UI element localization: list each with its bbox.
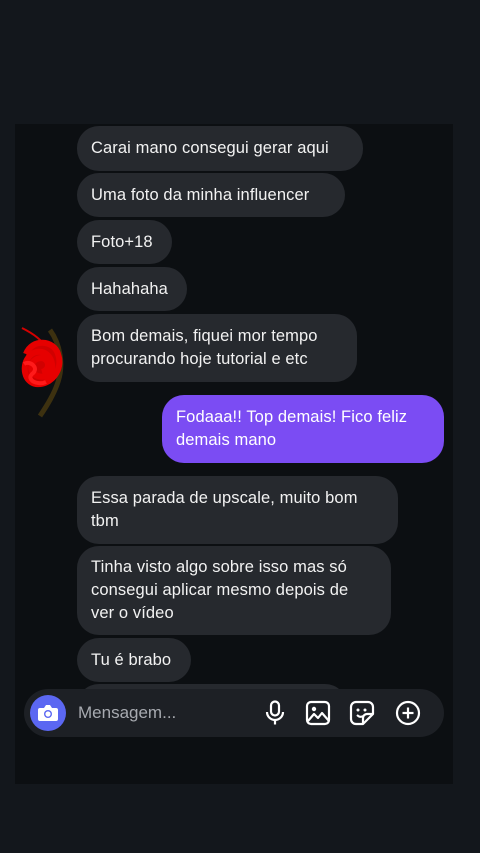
message-incoming[interactable]: Uma foto da minha influencer (77, 173, 345, 217)
message-incoming[interactable]: Tu é brabo (77, 638, 191, 682)
message-incoming[interactable]: Hahahaha (77, 267, 187, 311)
scribble-icon (21, 327, 64, 418)
chat-thread[interactable]: Carai mano consegui gerar aqui Uma foto … (15, 124, 453, 784)
sticker-icon (349, 700, 375, 726)
add-icon (395, 700, 421, 726)
message-composer (24, 689, 444, 737)
message-input[interactable] (72, 689, 264, 737)
message-incoming[interactable]: Bom demais, fiquei mor tempo procurando … (77, 314, 357, 382)
message-outgoing[interactable]: Fodaaa!! Top demais! Fico feliz demais m… (162, 395, 444, 463)
sticker-button[interactable] (348, 699, 376, 727)
message-incoming[interactable]: Essa parada de upscale, muito bom tbm (77, 476, 398, 544)
microphone-button[interactable] (261, 699, 289, 727)
camera-icon (38, 705, 58, 721)
message-incoming[interactable]: Tinha visto algo sobre isso mas só conse… (77, 546, 391, 635)
story-screenshot: Carai mano consegui gerar aqui Uma foto … (0, 0, 480, 853)
gallery-icon (305, 700, 331, 726)
gallery-button[interactable] (304, 699, 332, 727)
avatar-redacted-scribble (20, 324, 70, 422)
camera-button[interactable] (30, 695, 66, 731)
add-button[interactable] (394, 699, 422, 727)
message-incoming[interactable]: Foto+18 (77, 220, 172, 264)
message-incoming[interactable]: Carai mano consegui gerar aqui (77, 126, 363, 171)
microphone-icon (265, 700, 285, 725)
